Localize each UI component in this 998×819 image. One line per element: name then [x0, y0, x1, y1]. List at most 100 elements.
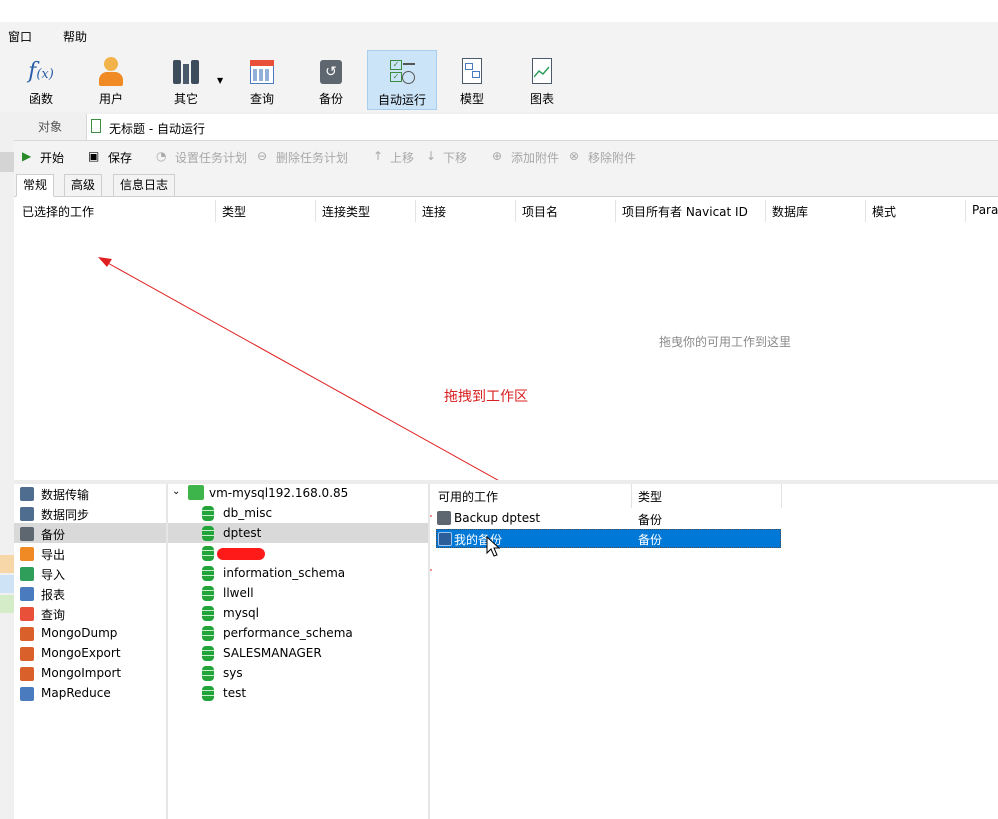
- chevron-down-icon[interactable]: ▼: [217, 76, 223, 85]
- tab-objects[interactable]: 对象: [14, 114, 86, 140]
- tab-bar-filler: [337, 114, 998, 140]
- tab-advanced[interactable]: 高级: [64, 174, 103, 197]
- database-node[interactable]: information_schema: [223, 566, 345, 580]
- category-item[interactable]: 数据传输: [14, 484, 166, 504]
- mongoimport-icon: [20, 667, 34, 681]
- database-node[interactable]: SALESMANAGER: [223, 646, 322, 660]
- category-item[interactable]: 备份: [14, 524, 166, 544]
- connection-icon: [188, 485, 204, 500]
- job-type: 备份: [638, 513, 663, 527]
- remove-attachment-button[interactable]: 移除附件: [588, 149, 636, 166]
- column-separator: [215, 200, 216, 222]
- strip-marker: [0, 152, 14, 172]
- database-node[interactable]: mysql: [223, 606, 259, 620]
- database-icon: [202, 546, 214, 561]
- database-node[interactable]: db_misc: [223, 506, 272, 520]
- column-separator: [615, 200, 616, 222]
- category-item[interactable]: MapReduce: [14, 684, 166, 704]
- menu-help[interactable]: 帮助: [63, 28, 87, 45]
- category-label: 查询: [41, 608, 66, 622]
- column-header[interactable]: 数据库: [772, 203, 808, 220]
- list-item[interactable]: Backup dptest 备份: [436, 509, 781, 529]
- category-item[interactable]: 报表: [14, 584, 166, 604]
- column-header[interactable]: 连接类型: [322, 203, 370, 220]
- backup-icon: [438, 532, 452, 546]
- left-edge-strip: [0, 112, 14, 819]
- available-column-header[interactable]: 类型: [638, 488, 662, 505]
- category-item[interactable]: 导出: [14, 544, 166, 564]
- column-header[interactable]: 类型: [222, 203, 246, 220]
- move-down-button[interactable]: 下移: [443, 149, 467, 166]
- ribbon-model-button[interactable]: 模型: [437, 50, 507, 110]
- data-transfer-icon: [20, 487, 34, 501]
- import-icon: [20, 567, 34, 581]
- ribbon-toolbar: f(x) 函数 用户 其它 ▼ 查询 ↺ 备份 ✓ ✓ 自动运行 模型 图表: [0, 48, 998, 112]
- category-item[interactable]: 数据同步: [14, 504, 166, 524]
- menu-window[interactable]: 窗口: [8, 28, 32, 45]
- database-node[interactable]: performance_schema: [223, 626, 353, 640]
- ribbon-function-button[interactable]: f(x) 函数: [6, 50, 76, 110]
- column-header[interactable]: Para: [972, 203, 998, 217]
- database-icon: [202, 506, 214, 521]
- ribbon-chart-button[interactable]: 图表: [507, 50, 577, 110]
- column-header[interactable]: 连接: [422, 203, 446, 220]
- move-up-button[interactable]: 上移: [390, 149, 414, 166]
- category-item[interactable]: 查询: [14, 604, 166, 624]
- delete-schedule-button[interactable]: 删除任务计划: [276, 149, 348, 166]
- tab-title: 无标题 - 自动运行: [109, 122, 205, 136]
- ribbon-user-button[interactable]: 用户: [76, 50, 146, 110]
- job-type: 备份: [638, 533, 663, 547]
- column-separator: [515, 200, 516, 222]
- start-icon: ▶: [22, 149, 32, 163]
- database-icon: [202, 586, 214, 601]
- column-header[interactable]: 已选择的工作: [22, 203, 94, 220]
- ribbon-other-button[interactable]: 其它: [151, 50, 221, 110]
- tab-message-log[interactable]: 信息日志: [113, 174, 176, 197]
- category-item[interactable]: 导入: [14, 564, 166, 584]
- category-item[interactable]: MongoExport: [14, 644, 166, 664]
- ribbon-backup-button[interactable]: ↺ 备份: [296, 50, 366, 110]
- query-icon: [246, 56, 278, 88]
- selected-jobs-grid[interactable]: [14, 197, 998, 480]
- tab-untitled-automation[interactable]: 无标题 - 自动运行: [86, 114, 338, 140]
- ribbon-query-button[interactable]: 查询: [227, 50, 297, 110]
- category-label: 报表: [41, 588, 66, 602]
- column-header[interactable]: 项目所有者 Navicat ID: [622, 203, 748, 220]
- category-item[interactable]: MongoImport: [14, 664, 166, 684]
- add-attachment-button[interactable]: 添加附件: [511, 149, 559, 166]
- category-label: MapReduce: [41, 686, 111, 700]
- clock-icon: ◔: [156, 149, 167, 163]
- column-separator: [631, 484, 632, 508]
- job-name: Backup dptest: [454, 511, 541, 525]
- mongodump-icon: [20, 627, 34, 641]
- arrow-down-icon: ↓: [426, 149, 437, 163]
- database-node[interactable]: llwell: [223, 586, 254, 600]
- tab-general[interactable]: 常规: [16, 174, 55, 197]
- database-node[interactable]: test: [223, 686, 246, 700]
- category-item[interactable]: MongoDump: [14, 624, 166, 644]
- column-separator: [765, 200, 766, 222]
- database-node[interactable]: dptest: [223, 526, 261, 540]
- settings-tabs: 常规 高级 信息日志: [14, 172, 998, 197]
- database-icon: [202, 646, 214, 661]
- chevron-down-icon[interactable]: ⌄: [172, 486, 180, 497]
- ribbon-automation-button[interactable]: ✓ ✓ 自动运行: [367, 50, 437, 110]
- redacted-database-name[interactable]: [217, 548, 265, 560]
- database-node[interactable]: sys: [223, 666, 243, 680]
- available-column-header[interactable]: 可用的工作: [438, 488, 498, 505]
- column-header[interactable]: 模式: [872, 203, 896, 220]
- save-button[interactable]: 保存: [108, 149, 132, 166]
- backup-icon: [20, 527, 34, 541]
- column-header[interactable]: 项目名: [522, 203, 558, 220]
- delete-clock-icon: ⊖: [257, 149, 268, 163]
- column-separator: [781, 484, 782, 508]
- remove-attachment-icon: ⊗: [569, 149, 580, 163]
- start-button[interactable]: 开始: [40, 149, 64, 166]
- connection-node[interactable]: vm-mysql192.168.0.85: [209, 486, 348, 500]
- report-icon: [20, 587, 34, 601]
- annotation-label: 拖拽到工作区: [444, 389, 528, 405]
- set-schedule-button[interactable]: 设置任务计划: [175, 149, 247, 166]
- model-icon: [456, 56, 488, 88]
- column-separator: [315, 200, 316, 222]
- category-label: MongoImport: [41, 666, 122, 680]
